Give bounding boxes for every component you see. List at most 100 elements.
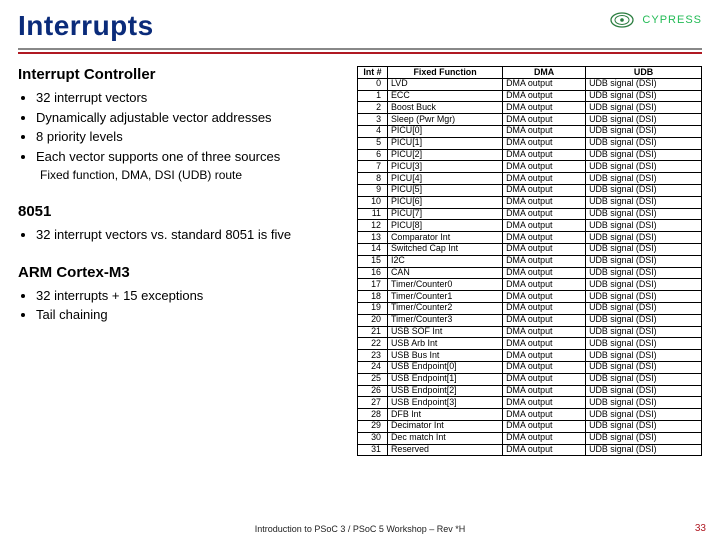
table-cell: PICU[8]: [388, 220, 503, 232]
table-cell: DMA output: [503, 243, 586, 255]
table-cell: UDB signal (DSI): [586, 114, 702, 126]
table-header: UDB: [586, 67, 702, 79]
table-cell: CAN: [388, 267, 503, 279]
table-cell: UDB signal (DSI): [586, 161, 702, 173]
table-cell: UDB signal (DSI): [586, 361, 702, 373]
table-cell: DMA output: [503, 385, 586, 397]
table-cell: UDB signal (DSI): [586, 397, 702, 409]
table-row: 23USB Bus IntDMA outputUDB signal (DSI): [358, 350, 702, 362]
table-cell: 20: [358, 314, 388, 326]
bullet: 32 interrupt vectors vs. standard 8051 i…: [36, 226, 343, 244]
table-cell: UDB signal (DSI): [586, 385, 702, 397]
table-cell: Comparator Int: [388, 232, 503, 244]
interrupt-table: Int # Fixed Function DMA UDB 0LVDDMA out…: [357, 66, 702, 456]
table-row: 16CANDMA outputUDB signal (DSI): [358, 267, 702, 279]
table-row: 29Decimator IntDMA outputUDB signal (DSI…: [358, 420, 702, 432]
table-row: 13Comparator IntDMA outputUDB signal (DS…: [358, 232, 702, 244]
table-cell: I2C: [388, 255, 503, 267]
table-cell: Sleep (Pwr Mgr): [388, 114, 503, 126]
table-cell: UDB signal (DSI): [586, 373, 702, 385]
table-cell: DMA output: [503, 102, 586, 114]
table-cell: PICU[5]: [388, 184, 503, 196]
table-cell: 5: [358, 137, 388, 149]
table-cell: 12: [358, 220, 388, 232]
heading-8051: 8051: [18, 203, 343, 220]
sub-bullet: Fixed function, DMA, DSI (UDB) route: [18, 167, 343, 183]
table-cell: UDB signal (DSI): [586, 432, 702, 444]
table-cell: 22: [358, 338, 388, 350]
table-row: 20Timer/Counter3DMA outputUDB signal (DS…: [358, 314, 702, 326]
table-cell: 9: [358, 184, 388, 196]
table-cell: USB Endpoint[3]: [388, 397, 503, 409]
table-row: 17Timer/Counter0DMA outputUDB signal (DS…: [358, 279, 702, 291]
table-cell: UDB signal (DSI): [586, 291, 702, 303]
table-cell: UDB signal (DSI): [586, 125, 702, 137]
table-cell: Boost Buck: [388, 102, 503, 114]
table-cell: 30: [358, 432, 388, 444]
table-cell: UDB signal (DSI): [586, 409, 702, 421]
table-row: 30Dec match IntDMA outputUDB signal (DSI…: [358, 432, 702, 444]
table-cell: ECC: [388, 90, 503, 102]
table-cell: 7: [358, 161, 388, 173]
table-cell: DMA output: [503, 149, 586, 161]
table-cell: UDB signal (DSI): [586, 232, 702, 244]
table-row: 21USB SOF IntDMA outputUDB signal (DSI): [358, 326, 702, 338]
table-cell: UDB signal (DSI): [586, 444, 702, 456]
table-cell: Decimator Int: [388, 420, 503, 432]
table-row: 18Timer/Counter1DMA outputUDB signal (DS…: [358, 291, 702, 303]
table-cell: USB Endpoint[2]: [388, 385, 503, 397]
table-cell: DMA output: [503, 444, 586, 456]
table-header: Int #: [358, 67, 388, 79]
table-cell: DMA output: [503, 267, 586, 279]
table-cell: LVD: [388, 78, 503, 90]
table-header: DMA: [503, 67, 586, 79]
table-cell: 31: [358, 444, 388, 456]
table-cell: 26: [358, 385, 388, 397]
table-cell: 21: [358, 326, 388, 338]
table-row: 1ECCDMA outputUDB signal (DSI): [358, 90, 702, 102]
table-cell: USB Endpoint[1]: [388, 373, 503, 385]
table-cell: USB Arb Int: [388, 338, 503, 350]
table-cell: 10: [358, 196, 388, 208]
table-cell: 23: [358, 350, 388, 362]
table-row: 8PICU[4]DMA outputUDB signal (DSI): [358, 173, 702, 185]
table-cell: DMA output: [503, 326, 586, 338]
table-cell: UDB signal (DSI): [586, 78, 702, 90]
table-cell: UDB signal (DSI): [586, 208, 702, 220]
bullet: 32 interrupts + 15 exceptions: [36, 287, 343, 305]
table-row: 19Timer/Counter2DMA outputUDB signal (DS…: [358, 302, 702, 314]
table-cell: UDB signal (DSI): [586, 350, 702, 362]
table-cell: 24: [358, 361, 388, 373]
heading-arm: ARM Cortex-M3: [18, 264, 343, 281]
table-cell: DMA output: [503, 208, 586, 220]
table-row: 26USB Endpoint[2]DMA outputUDB signal (D…: [358, 385, 702, 397]
table-cell: 2: [358, 102, 388, 114]
table-cell: PICU[0]: [388, 125, 503, 137]
table-cell: DMA output: [503, 350, 586, 362]
table-cell: DMA output: [503, 78, 586, 90]
table-cell: DMA output: [503, 409, 586, 421]
table-row: 4PICU[0]DMA outputUDB signal (DSI): [358, 125, 702, 137]
table-cell: DMA output: [503, 161, 586, 173]
table-cell: DMA output: [503, 220, 586, 232]
table-row: 31ReservedDMA outputUDB signal (DSI): [358, 444, 702, 456]
table-cell: UDB signal (DSI): [586, 90, 702, 102]
table-cell: 29: [358, 420, 388, 432]
table-cell: UDB signal (DSI): [586, 243, 702, 255]
table-row: 0LVDDMA outputUDB signal (DSI): [358, 78, 702, 90]
table-cell: DFB Int: [388, 409, 503, 421]
table-cell: DMA output: [503, 90, 586, 102]
table-row: 12PICU[8]DMA outputUDB signal (DSI): [358, 220, 702, 232]
table-cell: 11: [358, 208, 388, 220]
table-cell: UDB signal (DSI): [586, 255, 702, 267]
table-cell: USB Endpoint[0]: [388, 361, 503, 373]
table-cell: DMA output: [503, 302, 586, 314]
table-cell: UDB signal (DSI): [586, 338, 702, 350]
table-cell: USB Bus Int: [388, 350, 503, 362]
bullet: 32 interrupt vectors: [36, 89, 343, 107]
table-cell: Timer/Counter3: [388, 314, 503, 326]
table-row: 28DFB IntDMA outputUDB signal (DSI): [358, 409, 702, 421]
table-cell: DMA output: [503, 314, 586, 326]
table-cell: Dec match Int: [388, 432, 503, 444]
table-cell: Switched Cap Int: [388, 243, 503, 255]
